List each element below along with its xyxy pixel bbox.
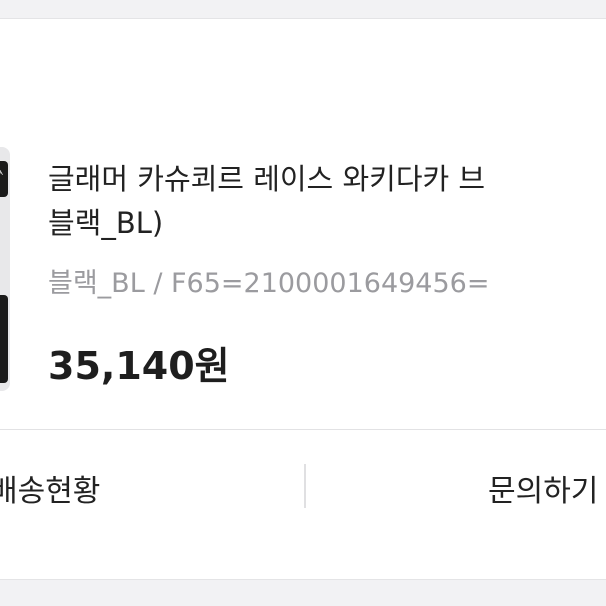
thumbnail-strap [0, 295, 8, 383]
thumbnail-tag-text: CH [0, 168, 5, 182]
order-item-card: CH 글래머 카슈쾨르 레이스 와키다카 브 블랙_BL) 블랙_BL / F6… [0, 18, 606, 580]
action-bar: 배송현황 문의하기 [0, 430, 606, 550]
inquiry-button[interactable]: 문의하기 [488, 466, 598, 516]
action-divider [304, 464, 306, 508]
product-name[interactable]: 글래머 카슈쾨르 레이스 와키다카 브 블랙_BL) [48, 157, 606, 245]
product-thumbnail[interactable]: CH [0, 147, 10, 391]
product-name-line2: 블랙_BL) [48, 206, 164, 240]
product-price: 35,140원 [48, 344, 230, 388]
product-name-line1: 글래머 카슈쾨르 레이스 와키다카 브 [48, 162, 486, 196]
product-option: 블랙_BL / F65=2100001649456= [48, 268, 490, 299]
delivery-status-button[interactable]: 배송현황 [0, 466, 100, 516]
thumbnail-tag: CH [0, 161, 8, 197]
